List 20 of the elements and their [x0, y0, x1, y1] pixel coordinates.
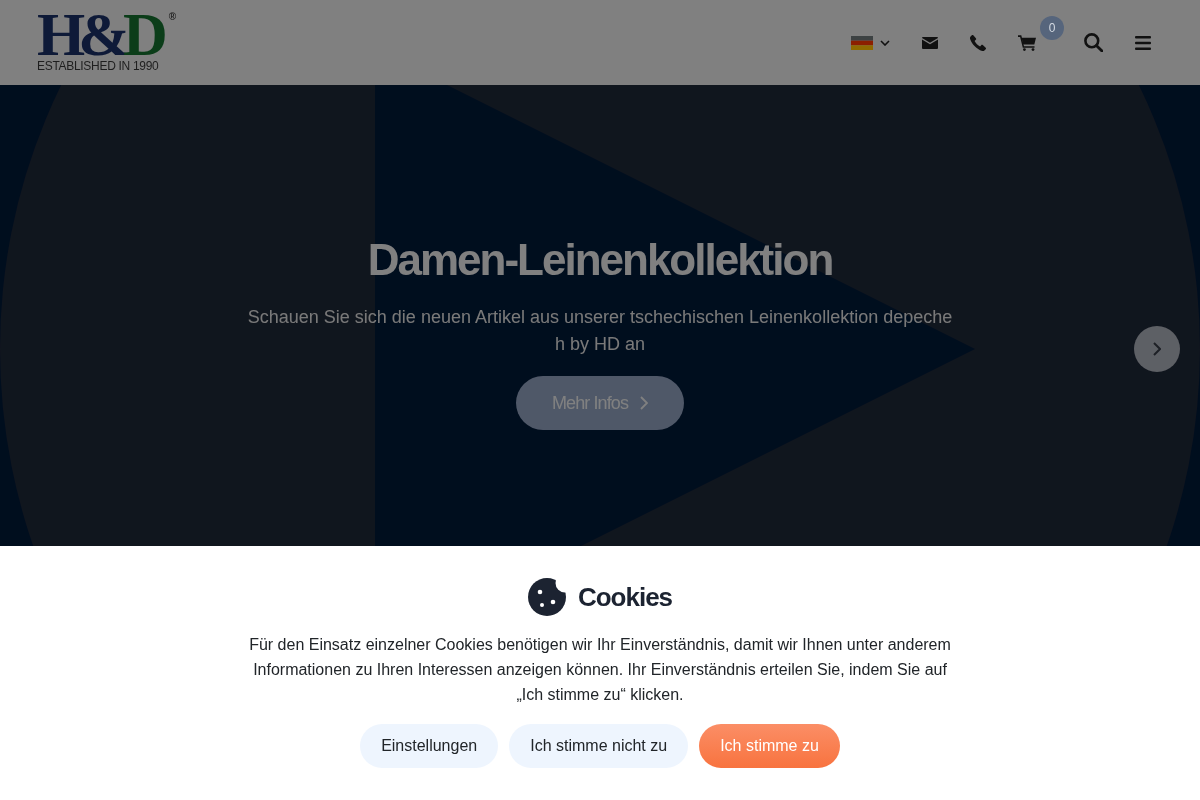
- german-flag-icon: [851, 35, 873, 50]
- accept-button[interactable]: Ich stimme zu: [699, 724, 840, 768]
- cart-count-badge: 0: [1040, 15, 1064, 40]
- hero-title: Damen-Leinenkollektion: [367, 234, 833, 286]
- cookie-icon: [527, 578, 566, 616]
- cookie-option-button[interactable]: Ich stimme nicht zu: [509, 724, 689, 768]
- cookie-option-button[interactable]: Einstellungen: [360, 724, 499, 768]
- brand-logo[interactable]: H&D®: [37, 12, 177, 56]
- envelope-icon: [922, 36, 938, 49]
- menu-icon: [1135, 35, 1151, 50]
- phone-icon: [970, 34, 986, 51]
- logo-tagline: ESTABLISHED IN 1990: [37, 59, 159, 73]
- chevron-right-icon: [1153, 342, 1161, 356]
- shopping-cart-icon: [1018, 34, 1036, 51]
- cookie-consent-text: Für den Einsatz einzelner Cookies benötigen wir Ihr Einverständnis, damit wir Ihnen unter anderem Informationen zu Ihren Interessen anzeigen können. Ihr Einverständnis erteilen Sie, indem Sie auf „Ich stimme zu“ klicken.: [248, 635, 952, 705]
- cookie-title: Cookies: [577, 582, 673, 612]
- search-icon: [1084, 33, 1103, 52]
- chevron-down-icon: [880, 39, 890, 46]
- chevron-right-icon: [640, 396, 648, 410]
- hero-subtitle: Schauen Sie sich die neuen Artikel aus unserer tschechischen Leinenkollektion depeche h by HD an: [247, 306, 953, 356]
